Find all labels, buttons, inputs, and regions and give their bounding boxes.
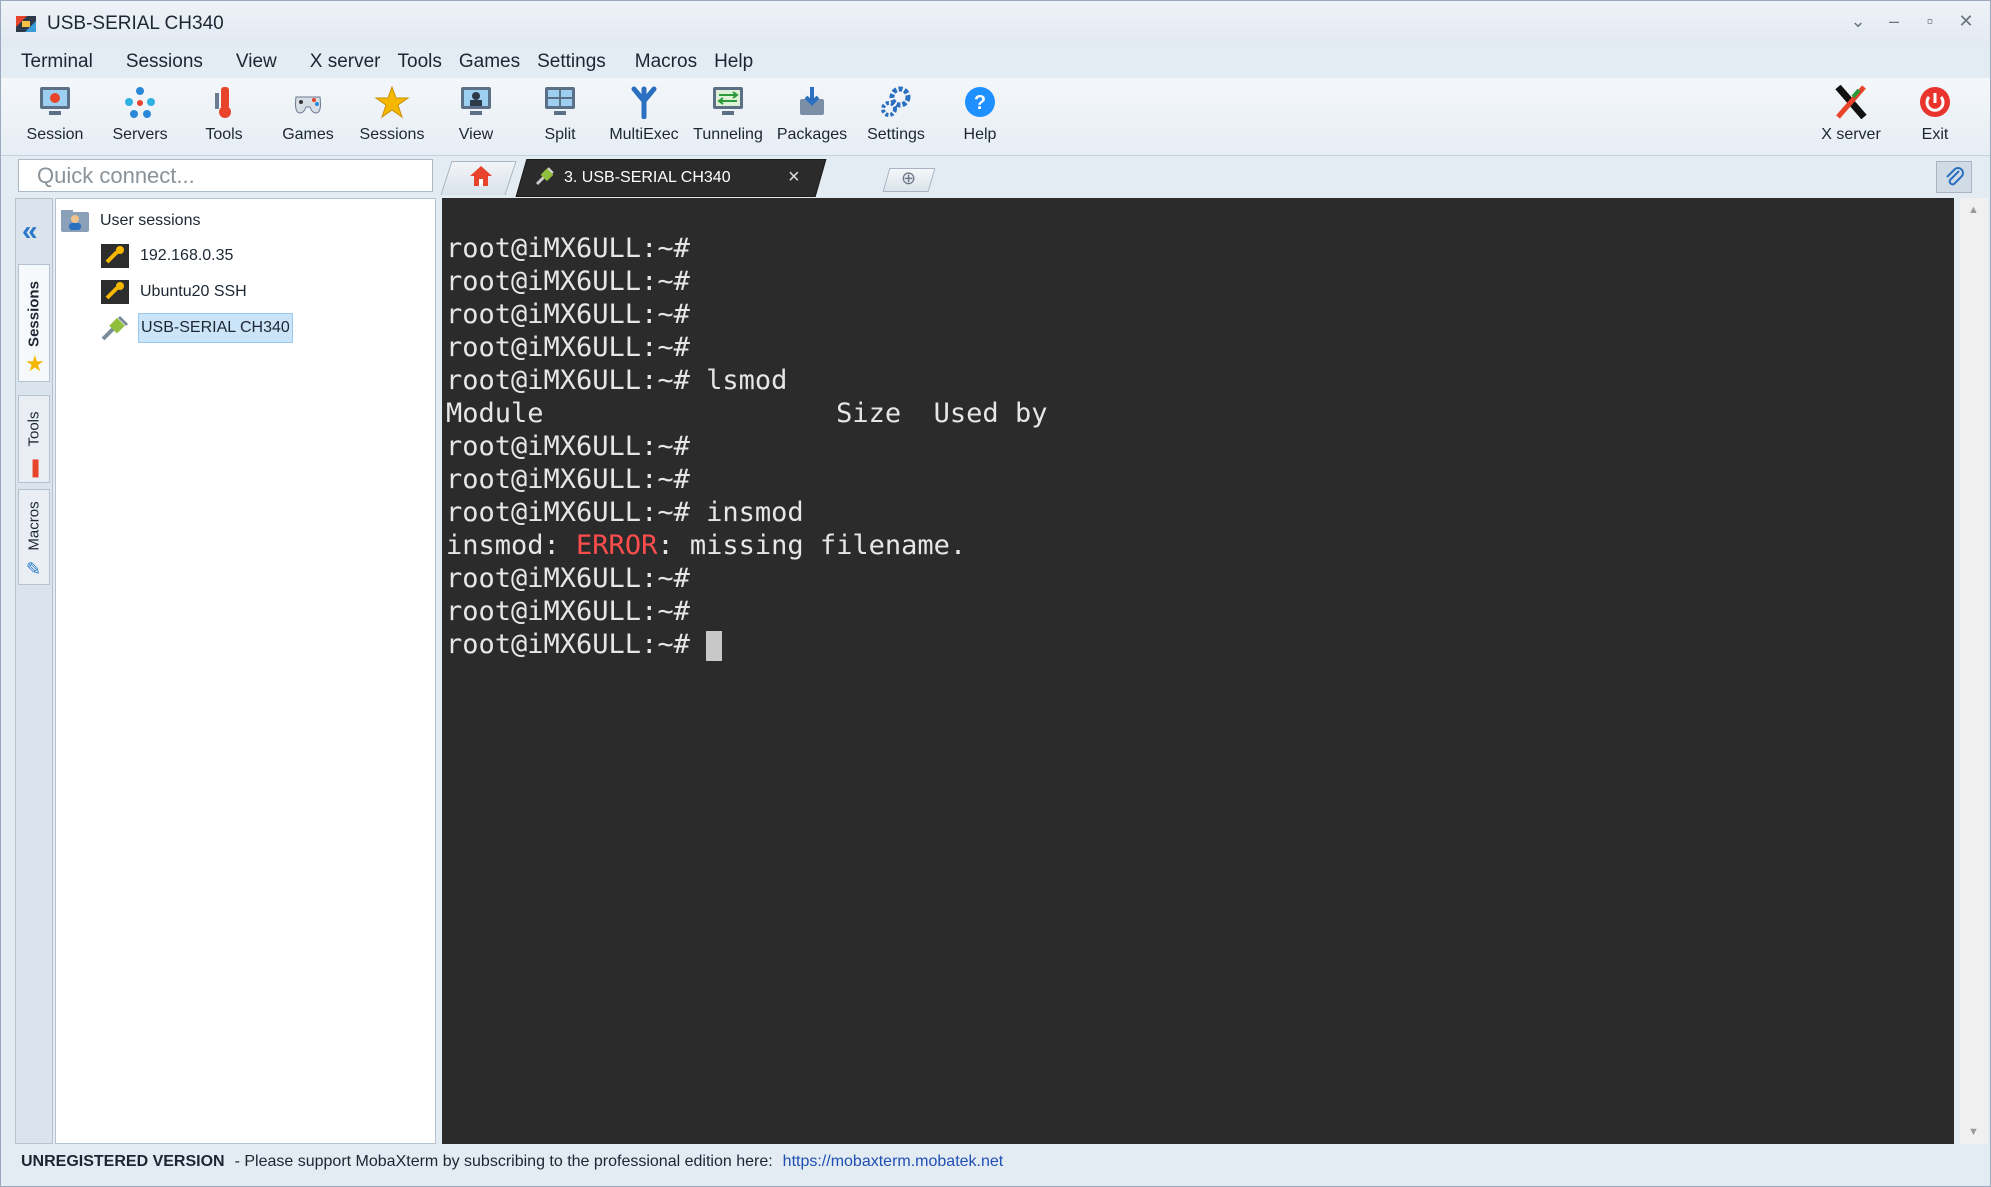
title-bar: USB-SERIAL CH340 ⌄ – ▫ ✕: [1, 1, 1990, 46]
tools-icon: ❚: [28, 457, 44, 477]
dropdown-icon[interactable]: ⌄: [1848, 11, 1868, 32]
exit-button[interactable]: Exit: [1893, 82, 1977, 154]
attach-icon[interactable]: [1936, 161, 1972, 193]
collapse-sidebar-icon[interactable]: «: [22, 215, 38, 247]
sessions-button[interactable]: Sessions: [350, 82, 434, 154]
terminal-line: root@iMX6ULL:~# lsmod: [446, 365, 788, 396]
status-message: - Please support MobaXterm by subscribin…: [234, 1153, 773, 1170]
menu-games[interactable]: Games: [455, 51, 533, 73]
scroll-down-icon[interactable]: ▼: [1968, 1126, 1979, 1138]
error-text: ERROR: [576, 530, 658, 561]
terminal-line: root@iMX6ULL:~#: [446, 596, 690, 627]
star-icon: [372, 82, 412, 122]
macro-pen-icon: ✎: [26, 559, 42, 579]
sidebar-tab-macros[interactable]: Macros ✎: [18, 489, 50, 585]
session-button[interactable]: Session: [13, 82, 97, 154]
session-item-selected[interactable]: USB-SERIAL CH340: [100, 312, 293, 344]
close-icon[interactable]: ✕: [1956, 11, 1976, 32]
split-button[interactable]: Split: [518, 82, 602, 154]
packages-button[interactable]: Packages: [770, 82, 854, 154]
window-controls: ⌄ – ▫ ✕: [1848, 11, 1976, 32]
mobaxterm-link[interactable]: https://mobaxterm.mobatek.net: [783, 1153, 1004, 1171]
ssh-icon: [100, 242, 130, 270]
status-bar: UNREGISTERED VERSION - Please support Mo…: [15, 1149, 1955, 1175]
terminal-cursor: [706, 630, 723, 661]
menu-macros[interactable]: Macros: [619, 51, 710, 73]
multiexec-button[interactable]: MultiExec: [602, 82, 686, 154]
menu-bar: Terminal Sessions View X server Tools Ga…: [1, 46, 1990, 78]
window-title: USB-SERIAL CH340: [47, 12, 224, 34]
terminal-prompt-line: root@iMX6ULL:~#: [446, 628, 1954, 661]
toolbar: Session Servers Tools Games Sessions Vie…: [1, 78, 1990, 156]
quick-connect-input[interactable]: Quick connect...: [18, 159, 433, 192]
packages-icon: [792, 82, 832, 122]
user-folder-icon: [60, 207, 90, 235]
menu-xserver[interactable]: X server: [290, 51, 394, 73]
menu-terminal[interactable]: Terminal: [1, 51, 106, 73]
session-tab-content[interactable]: 3. USB-SERIAL CH340 ×: [534, 159, 834, 197]
terminal-line: root@iMX6ULL:~#: [446, 299, 690, 330]
sidebar-tab-strip: « Sessions ★ Tools ❚ Macros ✎: [15, 198, 53, 1144]
menu-help[interactable]: Help: [710, 51, 766, 73]
power-icon: [1915, 82, 1955, 122]
app-logo-icon: [15, 13, 37, 35]
split-icon: [540, 82, 580, 122]
mobaxterm-window: USB-SERIAL CH340 ⌄ – ▫ ✕ Terminal Sessio…: [0, 0, 1991, 1187]
tree-root-user-sessions[interactable]: User sessions: [60, 205, 202, 237]
sidebar-tab-sessions[interactable]: Sessions ★: [18, 264, 50, 382]
svg-text:?: ?: [974, 92, 986, 114]
menu-tools[interactable]: Tools: [394, 51, 455, 73]
minimize-icon[interactable]: –: [1884, 11, 1904, 32]
menu-sessions[interactable]: Sessions: [106, 51, 216, 73]
view-button[interactable]: View: [434, 82, 518, 154]
terminal-error-line: insmod: ERROR: missing filename.: [446, 530, 967, 561]
gamepad-icon: [288, 82, 328, 122]
session-icon: [35, 82, 75, 122]
tunneling-button[interactable]: Tunneling: [686, 82, 770, 154]
view-icon: [456, 82, 496, 122]
session-item[interactable]: Ubuntu20 SSH: [100, 276, 249, 308]
tools-button[interactable]: Tools: [182, 82, 266, 154]
session-tab-label: 3. USB-SERIAL CH340: [564, 169, 731, 186]
terminal-area[interactable]: root@iMX6ULL:~# root@iMX6ULL:~# root@iMX…: [442, 198, 1954, 1144]
gears-icon: [876, 82, 916, 122]
xserver-button[interactable]: X server: [1809, 82, 1893, 154]
sidebar-tab-tools[interactable]: Tools ❚: [18, 395, 50, 483]
tools-icon: [204, 82, 244, 122]
games-button[interactable]: Games: [266, 82, 350, 154]
terminal-line: root@iMX6ULL:~# insmod: [446, 497, 804, 528]
help-button[interactable]: ? Help: [938, 82, 1022, 154]
terminal-line: Module Size Used by: [446, 398, 1048, 429]
serial-plug-icon: [534, 165, 556, 192]
star-icon: ★: [25, 351, 45, 376]
new-tab-icon[interactable]: ⊕: [901, 168, 916, 189]
ssh-icon: [100, 278, 130, 306]
menu-settings[interactable]: Settings: [533, 51, 619, 73]
terminal-scrollbar[interactable]: ▲ ▼: [1960, 198, 1988, 1144]
tunneling-icon: [708, 82, 748, 122]
home-icon[interactable]: [469, 165, 493, 192]
terminal-line: root@iMX6ULL:~#: [446, 332, 690, 363]
terminal-line: root@iMX6ULL:~#: [446, 563, 690, 594]
xserver-icon: [1831, 82, 1871, 122]
terminal-line: root@iMX6ULL:~#: [446, 233, 690, 264]
serial-icon: [100, 314, 130, 342]
servers-button[interactable]: Servers: [98, 82, 182, 154]
sessions-panel: User sessions 192.168.0.35 Ubuntu20 SSH …: [55, 198, 436, 1144]
settings-button[interactable]: Settings: [854, 82, 938, 154]
multiexec-icon: [624, 82, 664, 122]
menu-view[interactable]: View: [216, 51, 290, 73]
scroll-up-icon[interactable]: ▲: [1968, 204, 1979, 216]
terminal-line: root@iMX6ULL:~#: [446, 464, 690, 495]
tab-close-icon[interactable]: ×: [788, 166, 800, 189]
session-item[interactable]: 192.168.0.35: [100, 240, 235, 272]
terminal-line: root@iMX6ULL:~#: [446, 431, 690, 462]
terminal-line: root@iMX6ULL:~#: [446, 266, 690, 297]
maximize-icon[interactable]: ▫: [1920, 11, 1940, 32]
servers-icon: [120, 82, 160, 122]
unregistered-label: UNREGISTERED VERSION: [21, 1153, 225, 1170]
help-icon: ?: [960, 82, 1000, 122]
